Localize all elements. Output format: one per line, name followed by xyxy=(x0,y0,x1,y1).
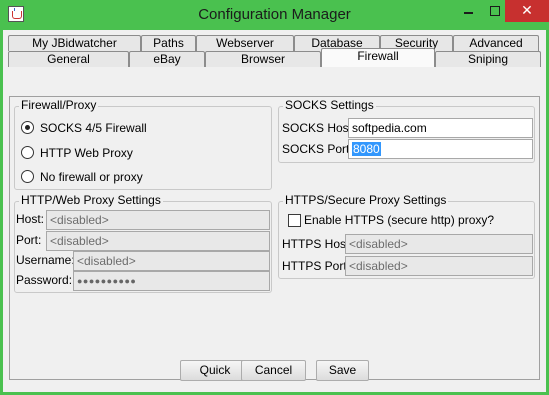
tab-ebay[interactable]: eBay xyxy=(129,51,205,67)
https-host-label: HTTPS Host: xyxy=(282,237,353,251)
https-host-field[interactable]: <disabled> xyxy=(345,234,533,254)
http-proxy-group: HTTP/Web Proxy Settings Host: <disabled>… xyxy=(14,193,272,293)
enable-https-label[interactable]: Enable HTTPS (secure http) proxy? xyxy=(304,211,494,229)
title-bar[interactable]: Configuration Manager ✕ xyxy=(0,0,549,30)
tab-general[interactable]: General xyxy=(8,51,129,67)
tab-firewall[interactable]: Firewall xyxy=(321,48,435,67)
socks-port-label: SOCKS Port: xyxy=(282,142,353,156)
quick-button[interactable]: Quick xyxy=(180,360,250,381)
radio-selected-icon[interactable] xyxy=(21,121,34,134)
close-icon[interactable]: ✕ xyxy=(505,0,549,22)
http-password-field[interactable]: ●●●●●●●●●● xyxy=(73,271,270,291)
configuration-manager-window: Configuration Manager ✕ My JBidwatcher P… xyxy=(0,0,549,395)
https-port-field[interactable]: <disabled> xyxy=(345,256,533,276)
cancel-button[interactable]: Cancel xyxy=(241,360,306,381)
firewall-proxy-title: Firewall/Proxy xyxy=(19,98,99,112)
http-host-label: Host: xyxy=(16,212,45,226)
socks-port-field[interactable]: 8080 xyxy=(348,139,533,159)
tab-paths[interactable]: Paths xyxy=(141,35,196,51)
firewall-tab-panel: Firewall/Proxy SOCKS 4/5 Firewall HTTP W… xyxy=(9,96,540,380)
tab-webserver[interactable]: Webserver xyxy=(196,35,294,51)
minimize-icon[interactable] xyxy=(455,0,482,22)
http-host-field[interactable]: <disabled> xyxy=(46,210,270,230)
https-proxy-group: HTTPS/Secure Proxy Settings Enable HTTPS… xyxy=(278,193,535,279)
radio-unselected-icon[interactable] xyxy=(21,170,34,183)
http-username-label: Username: xyxy=(16,253,75,267)
https-port-label: HTTPS Port: xyxy=(282,259,351,273)
https-proxy-title: HTTPS/Secure Proxy Settings xyxy=(283,193,449,207)
http-port-label: Port: xyxy=(16,233,42,247)
socks-settings-title: SOCKS Settings xyxy=(283,98,376,112)
socks-settings-group: SOCKS Settings SOCKS Host: softpedia.com… xyxy=(278,98,535,163)
socks-host-field[interactable]: softpedia.com xyxy=(348,118,533,138)
socks-firewall-label: SOCKS 4/5 Firewall xyxy=(40,121,147,135)
firewall-proxy-group: Firewall/Proxy SOCKS 4/5 Firewall HTTP W… xyxy=(14,98,272,190)
save-button[interactable]: Save xyxy=(316,360,369,381)
tab-sniping[interactable]: Sniping xyxy=(435,51,541,67)
http-port-field[interactable]: <disabled> xyxy=(46,231,270,251)
http-web-proxy-label: HTTP Web Proxy xyxy=(40,146,133,160)
socks-port-value: 8080 xyxy=(352,142,381,156)
tab-my-jbidwatcher[interactable]: My JBidwatcher xyxy=(8,35,141,51)
radio-unselected-icon[interactable] xyxy=(21,146,34,159)
http-proxy-title: HTTP/Web Proxy Settings xyxy=(19,193,163,207)
tab-advanced[interactable]: Advanced xyxy=(453,35,539,51)
no-firewall-label: No firewall or proxy xyxy=(40,170,143,184)
dialog-content: My JBidwatcher Paths Webserver Database … xyxy=(3,30,546,392)
socks-host-label: SOCKS Host: xyxy=(282,121,356,135)
http-username-field[interactable]: <disabled> xyxy=(73,251,270,271)
http-password-label: Password: xyxy=(16,273,73,287)
enable-https-checkbox[interactable] xyxy=(288,214,301,227)
tab-browser[interactable]: Browser xyxy=(205,51,321,67)
